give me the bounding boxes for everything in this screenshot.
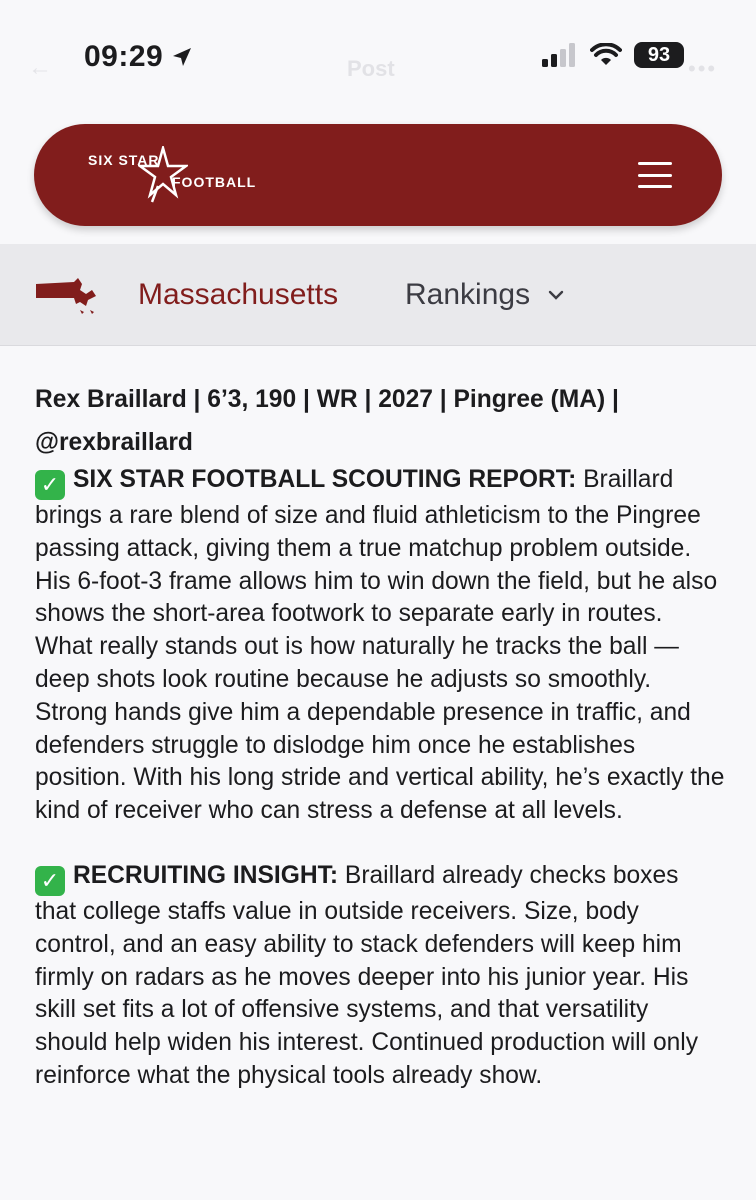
back-arrow-icon[interactable]: ← (28, 54, 52, 82)
scouting-report: ✓ SIX STAR FOOTBALL SCOUTING REPORT: Brai… (35, 464, 725, 828)
status-time: 09:29 (84, 40, 193, 74)
recruiting-text: Braillard already checks boxes that coll… (35, 861, 699, 1089)
player-info: Rex Braillard | 6’3, 190 | WR | 2027 | P… (35, 386, 619, 413)
six-star-football-logo[interactable]: SIX STAR FOOTBALL (88, 146, 298, 206)
battery-indicator: 93 (634, 42, 684, 68)
state-subnav: Massachusetts Rankings (0, 244, 756, 346)
recruiting-insight: ✓ RECRUITING INSIGHT: Braillard already c… (35, 860, 725, 1093)
recruiting-label: RECRUITING INSIGHT: (73, 861, 339, 889)
status-bar: ← 09:29 Post ••• 93 (0, 0, 756, 110)
scouting-label: SIX STAR FOOTBALL SCOUTING REPORT: (73, 466, 577, 493)
clock: 09:29 (84, 40, 164, 73)
rankings-dropdown[interactable]: Rankings (405, 278, 564, 312)
logo-text-top: SIX STAR (88, 152, 160, 168)
player-handle[interactable]: @rexbraillard (35, 421, 725, 464)
site-header: SIX STAR FOOTBALL (34, 124, 722, 226)
menu-icon[interactable] (638, 162, 672, 188)
checkmark-icon: ✓ (35, 470, 65, 500)
checkmark-icon: ✓ (35, 865, 65, 896)
cellular-signal-icon (542, 43, 575, 67)
wifi-icon (590, 43, 622, 65)
status-indicators: 93 (542, 42, 684, 68)
post-title: Post (347, 56, 395, 81)
scouting-text: Braillard brings a rare blend of size an… (35, 466, 725, 825)
location-arrow-icon (173, 48, 192, 66)
chevron-down-icon (548, 290, 564, 300)
logo-text-bottom: FOOTBALL (172, 174, 257, 190)
player-headline: Rex Braillard | 6’3, 190 | WR | 2027 | P… (35, 378, 725, 464)
state-link[interactable]: Massachusetts (138, 278, 338, 312)
more-icon[interactable]: ••• (688, 56, 717, 82)
massachusetts-map-icon (36, 278, 96, 314)
article-body: Rex Braillard | 6’3, 190 | WR | 2027 | P… (35, 378, 725, 1125)
rankings-label: Rankings (405, 278, 531, 311)
